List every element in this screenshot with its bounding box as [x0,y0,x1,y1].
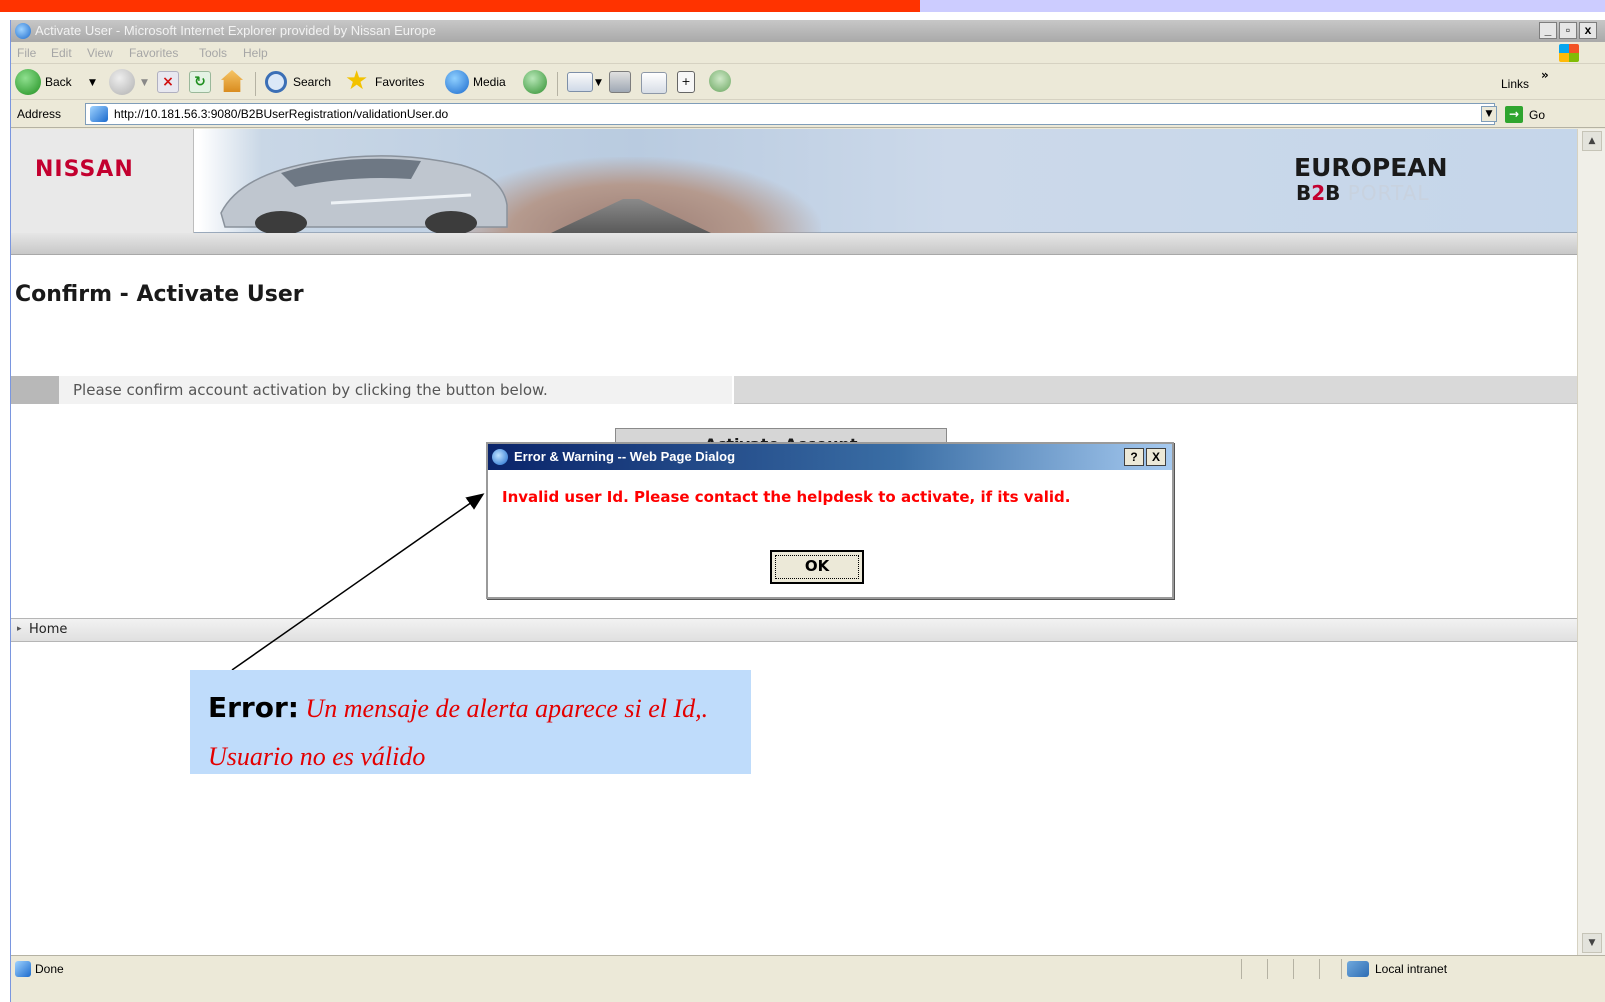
address-bar: Address http://10.181.56.3:9080/B2BUserR… [11,100,1605,128]
dialog-title-bar: Error & Warning -- Web Page Dialog ? X [488,444,1172,470]
mail-icon[interactable] [567,72,593,92]
status-pane [1341,959,1342,979]
portal-logo-b: B [1296,181,1312,205]
go-arrow-icon[interactable]: → [1505,106,1523,123]
portal-logo-line2: B2B PORTAL [1296,181,1430,205]
navigation-subbar [11,233,1577,255]
menu-help[interactable]: Help [243,46,268,60]
menu-tools[interactable]: Tools [199,46,227,60]
search-button[interactable]: Search [293,75,331,89]
refresh-icon[interactable]: ↻ [189,71,211,93]
toolbar: Back ▼ ▼ × ↻ Search ★ Favorites Media ▼ … [11,64,1605,100]
intranet-zone-icon [1347,961,1369,977]
minimize-button[interactable]: _ [1539,22,1557,39]
annotation-label: Error: [208,691,299,724]
back-dropdown-icon[interactable]: ▼ [89,78,96,88]
instruction-text: Please confirm account activation by cli… [73,381,548,399]
scroll-down-icon[interactable]: ▼ [1582,933,1602,953]
instruction-box: Please confirm account activation by cli… [59,376,734,404]
status-pane [1319,959,1320,979]
media-icon[interactable] [445,70,469,94]
stop-icon[interactable]: × [157,71,179,93]
ie-icon [492,449,508,465]
status-pane [1293,959,1294,979]
annotation-callout: Error: Un mensaje de alerta aparece si e… [190,670,751,774]
window-title: Activate User - Microsoft Internet Explo… [35,23,437,38]
error-dialog: Error & Warning -- Web Page Dialog ? X I… [486,442,1174,599]
toolbar-separator [255,72,256,96]
title-bar: Activate User - Microsoft Internet Explo… [11,20,1605,42]
slide-top-bar-lilac [920,0,1605,12]
portal-logo-line1: EUROPEAN [1294,153,1448,182]
ie-icon [15,23,31,39]
favorites-star-icon[interactable]: ★ [345,68,368,94]
menu-view[interactable]: View [87,46,113,60]
home-arrow-icon: ▸ [17,624,22,634]
status-bar: Done Local intranet [11,955,1605,1002]
home-icon[interactable] [221,70,243,92]
error-message: Invalid user Id. Please contact the help… [502,488,1071,506]
windows-flag-icon [1559,44,1579,62]
messenger-icon[interactable] [709,70,731,92]
instruction-bar: Please confirm account activation by cli… [11,376,1577,404]
forward-dropdown-icon[interactable]: ▼ [141,78,148,88]
edit-icon[interactable] [641,72,667,94]
scroll-up-icon[interactable]: ▲ [1582,131,1602,151]
menu-edit[interactable]: Edit [51,46,72,60]
status-text: Done [35,962,64,976]
banner-logo-panel: NISSAN [11,129,194,233]
media-button[interactable]: Media [473,75,506,89]
toolbar-overflow-chevron[interactable]: » [1541,68,1549,82]
vertical-scrollbar[interactable]: ▲ ▼ [1577,129,1605,955]
page-title: Confirm - Activate User [15,282,304,307]
home-link[interactable]: Home [29,622,67,637]
instruction-bar-marker [11,376,59,404]
portal-logo-b2: B [1325,181,1341,205]
page-done-icon [15,961,31,977]
security-zone-text: Local intranet [1375,962,1448,976]
mail-dropdown-icon[interactable]: ▼ [595,78,602,88]
address-url[interactable]: http://10.181.56.3:9080/B2BUserRegistrat… [114,107,448,121]
menu-favorites[interactable]: Favorites [129,46,178,60]
history-icon[interactable] [523,70,547,94]
discuss-icon[interactable]: + [677,71,695,93]
dialog-close-button[interactable]: X [1146,448,1166,466]
ok-button[interactable]: OK [770,550,864,584]
footer-nav-bar: ▸ Home [11,618,1577,642]
menu-file[interactable]: File [17,46,36,60]
dialog-title: Error & Warning -- Web Page Dialog [514,449,736,464]
favorites-button[interactable]: Favorites [375,75,424,89]
back-button[interactable]: Back [45,75,72,89]
nissan-logo: NISSAN [35,157,134,182]
banner: NISSAN EUROPEAN B2B PORTAL [11,129,1577,233]
address-input[interactable]: http://10.181.56.3:9080/B2BUserRegistrat… [85,103,1495,125]
back-arrow-icon[interactable] [15,69,41,95]
address-label: Address [17,107,62,121]
ok-focus-ring [775,555,859,579]
maximize-button[interactable]: ▫ [1559,22,1577,39]
page-icon [90,106,108,122]
portal-logo-portal: PORTAL [1340,181,1430,205]
slide-top-bar-red [0,0,920,12]
address-dropdown-icon[interactable]: ▼ [1481,106,1497,122]
status-pane [1241,959,1242,979]
forward-arrow-icon[interactable] [109,69,135,95]
search-icon[interactable] [265,71,287,93]
print-icon[interactable] [609,71,631,93]
toolbar-separator [557,72,558,96]
banner-car-image [220,155,508,233]
dialog-help-button[interactable]: ? [1124,448,1144,466]
close-window-button[interactable]: x [1579,22,1597,39]
portal-logo-2: 2 [1311,181,1326,205]
links-label[interactable]: Links [1501,77,1529,91]
go-button[interactable]: Go [1529,108,1545,122]
menu-bar: File Edit View Favorites Tools Help [11,42,1605,64]
annotation-text: Error: Un mensaje de alerta aparece si e… [208,684,738,781]
status-pane [1267,959,1268,979]
